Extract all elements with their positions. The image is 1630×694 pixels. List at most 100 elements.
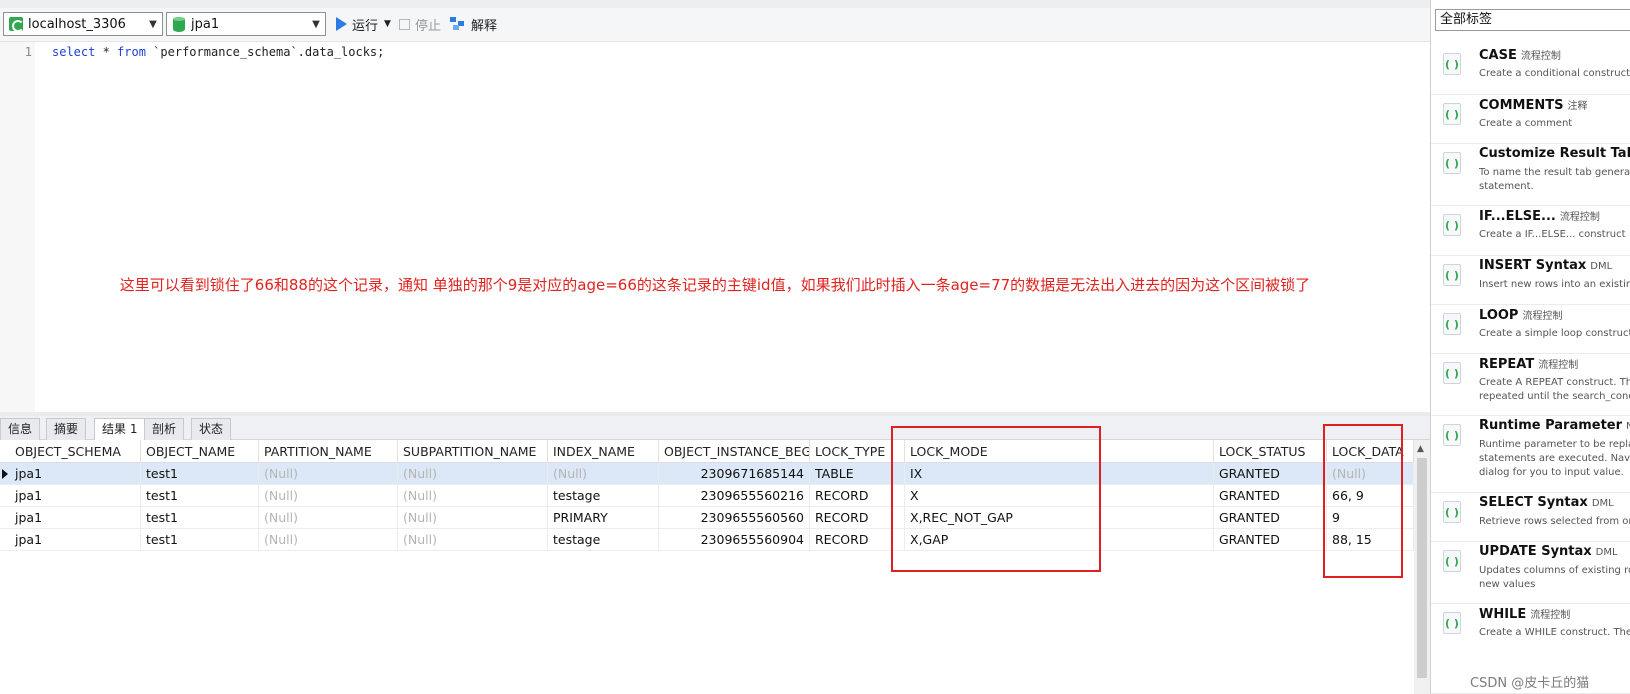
connection-select[interactable]: localhost_3306 ▼ — [3, 12, 163, 36]
column-header[interactable]: OBJECT_SCHEMA — [10, 440, 141, 463]
grid-vertical-scrollbar[interactable]: ▲ — [1414, 440, 1430, 694]
snippet-item[interactable]: ( ) Runtime ParameterNavica Runtime parame… — [1431, 416, 1630, 493]
database-select[interactable]: jpa1 ▼ — [166, 12, 326, 36]
table-cell[interactable]: (Null) — [1327, 463, 1414, 485]
row-selector[interactable] — [0, 463, 10, 485]
snippet-item[interactable]: ( ) Customize Result Tab Na To name the re… — [1431, 144, 1630, 206]
snippet-title: LOOP 流程控制 — [1479, 307, 1562, 323]
result-grid[interactable]: OBJECT_SCHEMA OBJECT_NAME PARTITION_NAME… — [0, 440, 1414, 694]
column-header[interactable]: OBJECT_NAME — [141, 440, 259, 463]
table-cell[interactable]: 2309655560560 — [659, 507, 810, 529]
run-button[interactable]: 运行 ▼ — [336, 12, 391, 36]
table-cell[interactable]: (Null) — [259, 529, 398, 551]
table-cell[interactable]: PRIMARY — [548, 507, 659, 529]
table-cell[interactable]: (Null) — [398, 507, 548, 529]
explain-button[interactable]: 解释 — [450, 12, 497, 36]
snippet-icon: ( ) — [1443, 612, 1461, 634]
stop-button[interactable]: 停止 — [399, 12, 441, 36]
table-cell[interactable]: TABLE — [810, 463, 905, 485]
snippet-title: CASE 流程控制 — [1479, 47, 1561, 63]
table-cell[interactable]: RECORD — [810, 507, 905, 529]
tab-summary[interactable]: 摘要 — [46, 418, 87, 440]
table-cell[interactable]: test1 — [141, 507, 259, 529]
table-row[interactable]: jpa1 test1 (Null) (Null) (Null) 2309671685144… — [0, 463, 1414, 485]
snippet-tag: 流程控制 — [1559, 212, 1600, 223]
snippet-tag: 流程控制 — [1538, 360, 1579, 371]
tab-status[interactable]: 状态 — [191, 418, 232, 440]
table-cell[interactable]: (Null) — [259, 507, 398, 529]
table-cell[interactable]: jpa1 — [10, 463, 141, 485]
table-cell[interactable]: jpa1 — [10, 507, 141, 529]
column-header[interactable]: PARTITION_NAME — [259, 440, 398, 463]
table-row[interactable]: jpa1 test1 (Null) (Null) PRIMARY 230965556056… — [0, 507, 1414, 529]
table-cell[interactable]: test1 — [141, 463, 259, 485]
column-header[interactable]: LOCK_STATUS — [1214, 440, 1327, 463]
column-header[interactable]: LOCK_TYPE — [810, 440, 905, 463]
table-cell[interactable]: 2309655560216 — [659, 485, 810, 507]
table-cell[interactable]: 88, 15 — [1327, 529, 1414, 551]
column-header[interactable]: OBJECT_INSTANCE_BEG — [659, 440, 810, 463]
snippet-item[interactable]: ( ) CASE 流程控制 Create a conditional construc… — [1431, 45, 1630, 95]
snippet-item[interactable]: ( ) UPDATE Syntax DML Updates columns of ex… — [1431, 542, 1630, 604]
table-cell[interactable]: X,GAP — [905, 529, 1214, 551]
table-cell[interactable]: jpa1 — [10, 485, 141, 507]
line-gutter: 1 — [0, 42, 35, 412]
snippet-item[interactable]: ( ) SELECT Syntax DML Retrieve rows selecte… — [1431, 493, 1630, 542]
snippet-description: Retrieve rows selected from one or — [1479, 516, 1630, 527]
table-cell[interactable]: 2309655560904 — [659, 529, 810, 551]
column-header[interactable]: INDEX_NAME — [548, 440, 659, 463]
snippet-tag-filter[interactable]: 全部标签 — [1435, 9, 1630, 31]
table-cell[interactable]: (Null) — [259, 463, 398, 485]
table-cell[interactable]: GRANTED — [1214, 485, 1327, 507]
snippet-title-text: SELECT Syntax — [1479, 495, 1588, 510]
table-cell[interactable]: (Null) — [259, 485, 398, 507]
table-cell[interactable]: testage — [548, 529, 659, 551]
table-cell[interactable]: jpa1 — [10, 529, 141, 551]
table-row[interactable]: jpa1 test1 (Null) (Null) testage 230965556090… — [0, 529, 1414, 551]
column-header[interactable]: SUBPARTITION_NAME — [398, 440, 548, 463]
table-cell[interactable]: GRANTED — [1214, 463, 1327, 485]
scroll-thumb[interactable] — [1417, 458, 1427, 678]
table-cell[interactable]: testage — [548, 485, 659, 507]
table-cell[interactable]: IX — [905, 463, 1214, 485]
table-row[interactable]: jpa1 test1 (Null) (Null) testage 230965556021… — [0, 485, 1414, 507]
snippet-icon: ( ) — [1443, 313, 1461, 335]
table-cell[interactable]: (Null) — [398, 529, 548, 551]
table-cell[interactable]: GRANTED — [1214, 529, 1327, 551]
table-cell[interactable]: GRANTED — [1214, 507, 1327, 529]
sql-code-line[interactable]: select * from `performance_schema`.data_… — [52, 45, 384, 59]
play-icon — [336, 17, 347, 31]
snippet-item[interactable]: ( ) IF...ELSE... 流程控制 Create a IF...ELSE...… — [1431, 206, 1630, 256]
tab-result-1[interactable]: 结果 1 — [94, 418, 146, 441]
table-cell[interactable]: 2309671685144 — [659, 463, 810, 485]
snippet-item[interactable]: ( ) LOOP 流程控制 Create a simple loop construc… — [1431, 305, 1630, 354]
table-cell[interactable]: RECORD — [810, 485, 905, 507]
table-cell[interactable]: test1 — [141, 485, 259, 507]
snippet-item[interactable]: ( ) INSERT Syntax DML Insert new rows into … — [1431, 256, 1630, 305]
snippet-item[interactable]: ( ) REPEAT 流程控制 Create A REPEAT construct. … — [1431, 354, 1630, 416]
row-selector[interactable] — [0, 529, 10, 551]
sql-editor[interactable]: 1 select * from `performance_schema`.dat… — [0, 42, 1430, 412]
run-dropdown-icon[interactable]: ▼ — [384, 19, 391, 29]
table-cell[interactable]: 9 — [1327, 507, 1414, 529]
table-cell[interactable]: X — [905, 485, 1214, 507]
table-cell[interactable]: RECORD — [810, 529, 905, 551]
table-cell[interactable]: test1 — [141, 529, 259, 551]
snippet-icon: ( ) — [1443, 501, 1461, 523]
row-selector[interactable] — [0, 507, 10, 529]
table-cell[interactable]: (Null) — [398, 463, 548, 485]
column-header[interactable]: LOCK_DATA — [1327, 440, 1414, 463]
tab-info[interactable]: 信息 — [0, 418, 41, 440]
snippet-item[interactable]: ( ) COMMENTS 注释 Create a comment — [1431, 95, 1630, 144]
table-cell[interactable]: (Null) — [398, 485, 548, 507]
toolbar-top-strip — [0, 0, 1430, 8]
snippet-description: Runtime parameter to be replaced stateme… — [1479, 439, 1630, 478]
tab-profile[interactable]: 剖析 — [144, 418, 185, 440]
row-selector[interactable] — [0, 485, 10, 507]
scroll-up-icon[interactable]: ▲ — [1417, 444, 1424, 454]
table-cell[interactable]: (Null) — [548, 463, 659, 485]
table-cell[interactable]: 66, 9 — [1327, 485, 1414, 507]
column-header[interactable]: LOCK_MODE — [905, 440, 1214, 463]
table-cell[interactable]: X,REC_NOT_GAP — [905, 507, 1214, 529]
sql-table-ref: `performance_schema`.data_locks; — [145, 45, 385, 59]
